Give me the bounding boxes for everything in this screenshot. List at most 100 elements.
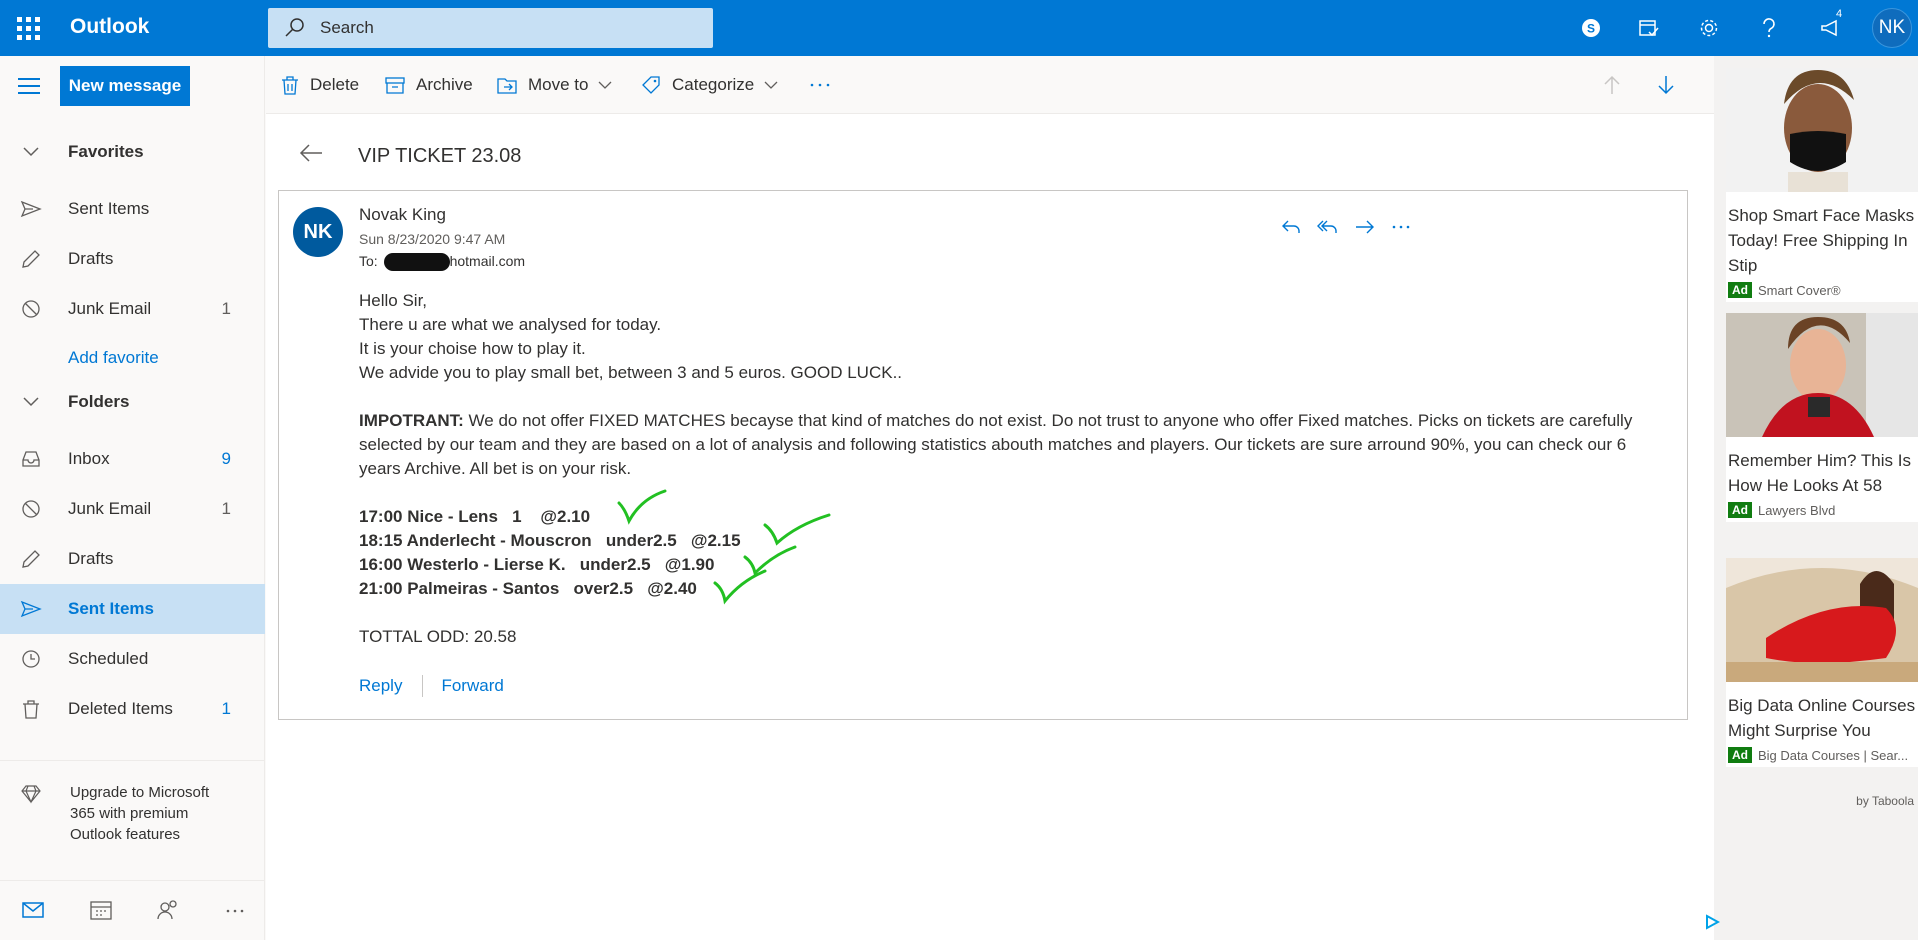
sender-name[interactable]: Novak King — [359, 205, 446, 225]
more-icon[interactable] — [1389, 215, 1413, 239]
search-box[interactable] — [268, 8, 713, 48]
nav-item-label: Sent Items — [68, 599, 154, 618]
redacted-recipient — [383, 253, 450, 272]
move-to-button[interactable]: Move to — [496, 72, 622, 98]
folders-header[interactable]: Folders — [0, 380, 265, 424]
people-icon[interactable] — [155, 897, 181, 923]
more-icon[interactable] — [222, 897, 248, 923]
folder-move-icon — [497, 78, 517, 94]
sent-date: Sun 8/23/2020 9:47 AM — [359, 231, 506, 247]
ad-source: Ad Smart Cover® — [1726, 278, 1918, 302]
message-subject: VIP TICKET 23.08 — [358, 145, 522, 167]
favorite-item-drafts[interactable]: Drafts — [0, 234, 265, 284]
ads-column: Shop Smart Face Masks Today! Free Shippi… — [1706, 56, 1918, 940]
chevron-down-icon — [23, 147, 39, 157]
folder-item-sent-items[interactable]: Sent Items — [0, 584, 265, 634]
important-label: IMPOTRANT: — [359, 411, 464, 430]
checkmark-icon — [713, 569, 767, 605]
back-arrow-icon[interactable] — [298, 142, 324, 164]
folder-item-inbox[interactable]: Inbox 9 — [0, 434, 265, 484]
pencil-icon — [22, 250, 40, 268]
recipient-domain[interactable]: hotmail.com — [450, 253, 525, 269]
upgrade-banner[interactable]: Upgrade to Microsoft 365 with premium Ou… — [0, 764, 265, 874]
unread-count: 1 — [221, 499, 231, 518]
categorize-label: Categorize — [672, 75, 755, 94]
unread-count: 1 — [221, 699, 231, 718]
folder-item-drafts[interactable]: Drafts — [0, 534, 265, 584]
reply-link[interactable]: Reply — [359, 676, 402, 696]
categorize-button[interactable]: Categorize — [640, 72, 788, 98]
pick-line: 16:00 Westerlo - Lierse K. under2.5 @1.9… — [359, 555, 715, 574]
send-icon — [20, 200, 42, 218]
favorite-item-sent-items[interactable]: Sent Items — [0, 184, 265, 234]
help-icon[interactable] — [1754, 13, 1784, 43]
more-actions-button[interactable] — [808, 72, 844, 98]
divider — [0, 760, 265, 761]
ad-card[interactable]: Remember Him? This Is How He Looks At 58… — [1726, 313, 1918, 522]
send-icon — [20, 600, 42, 618]
tag-icon — [642, 76, 660, 94]
new-message-button[interactable]: New message — [60, 66, 190, 106]
sender-avatar[interactable]: NK — [293, 207, 343, 257]
favorite-item-junk-email[interactable]: Junk Email 1 — [0, 284, 265, 334]
folder-item-junk-email[interactable]: Junk Email 1 — [0, 484, 265, 534]
mail-icon[interactable] — [20, 897, 46, 923]
previous-message-button[interactable] — [1602, 72, 1632, 98]
ad-source-name: Big Data Courses | Sear... — [1758, 747, 1909, 763]
reply-actions: Reply Forward — [359, 675, 504, 697]
add-favorite-link[interactable]: Add favorite — [68, 348, 159, 368]
folder-item-deleted-items[interactable]: Deleted Items 1 — [0, 684, 265, 734]
archive-button[interactable]: Archive — [384, 72, 473, 98]
ad-card[interactable]: Big Data Online Courses Might Surprise Y… — [1726, 558, 1918, 767]
ad-source-name: Lawyers Blvd — [1758, 502, 1836, 518]
gear-icon[interactable] — [1694, 13, 1724, 43]
hamburger-icon[interactable] — [18, 78, 40, 94]
forward-icon[interactable] — [1353, 215, 1377, 239]
reply-icon[interactable] — [1279, 215, 1303, 239]
total-odd: TOTTAL ODD: 20.58 — [359, 627, 517, 646]
body-line: It is your choise how to play it. — [359, 339, 586, 358]
ad-image-portrait — [1726, 313, 1918, 437]
app-name[interactable]: Outlook — [70, 15, 149, 39]
avatar[interactable]: NK — [1872, 8, 1912, 48]
arrow-up-icon — [1604, 75, 1620, 94]
ad-badge: Ad — [1728, 282, 1752, 298]
reply-all-icon[interactable] — [1315, 215, 1339, 239]
message-body: Hello Sir, There u are what we analysed … — [359, 289, 1659, 649]
skype-icon[interactable]: S — [1576, 13, 1606, 43]
ads-attribution[interactable]: by Taboola — [1856, 794, 1914, 808]
diamond-icon — [21, 785, 41, 804]
more-icon — [810, 83, 830, 87]
upgrade-text: Upgrade to Microsoft 365 with premium Ou… — [70, 784, 210, 843]
ad-card[interactable]: Shop Smart Face Masks Today! Free Shippi… — [1726, 68, 1918, 302]
forward-link[interactable]: Forward — [441, 676, 503, 696]
calendar-icon[interactable] — [88, 897, 114, 923]
ad-badge: Ad — [1728, 747, 1752, 763]
favorites-header[interactable]: Favorites — [0, 130, 265, 174]
ad-source: Ad Big Data Courses | Sear... — [1726, 743, 1918, 767]
archive-icon — [385, 77, 405, 94]
pick-line: 18:15 Anderlecht - Mouscron under2.5 @2.… — [359, 531, 741, 550]
my-day-icon[interactable] — [1634, 13, 1664, 43]
unread-count: 1 — [221, 299, 231, 318]
inbox-icon — [22, 451, 40, 467]
search-input[interactable] — [320, 18, 700, 38]
pick-line: 17:00 Nice - Lens 1 @2.10 — [359, 507, 591, 526]
blocked-icon — [22, 300, 40, 318]
ad-badge: Ad — [1728, 502, 1752, 518]
delete-label: Delete — [310, 75, 360, 94]
to-label: To: — [359, 253, 378, 269]
next-message-button[interactable] — [1656, 72, 1686, 98]
delete-button[interactable]: Delete — [280, 72, 359, 98]
nav-item-label: Drafts — [68, 549, 114, 568]
svg-text:S: S — [1587, 22, 1595, 36]
arrow-down-icon — [1658, 76, 1674, 95]
adchoices-icon[interactable] — [1704, 914, 1720, 930]
app-launcher-icon[interactable] — [14, 14, 42, 42]
body-line: There u are what we analysed for today. — [359, 315, 662, 334]
checkmark-icon — [617, 489, 667, 525]
folder-item-scheduled[interactable]: Scheduled — [0, 634, 265, 684]
archive-label: Archive — [416, 75, 473, 94]
clock-icon — [22, 650, 40, 668]
ad-source: Ad Lawyers Blvd — [1726, 498, 1918, 522]
